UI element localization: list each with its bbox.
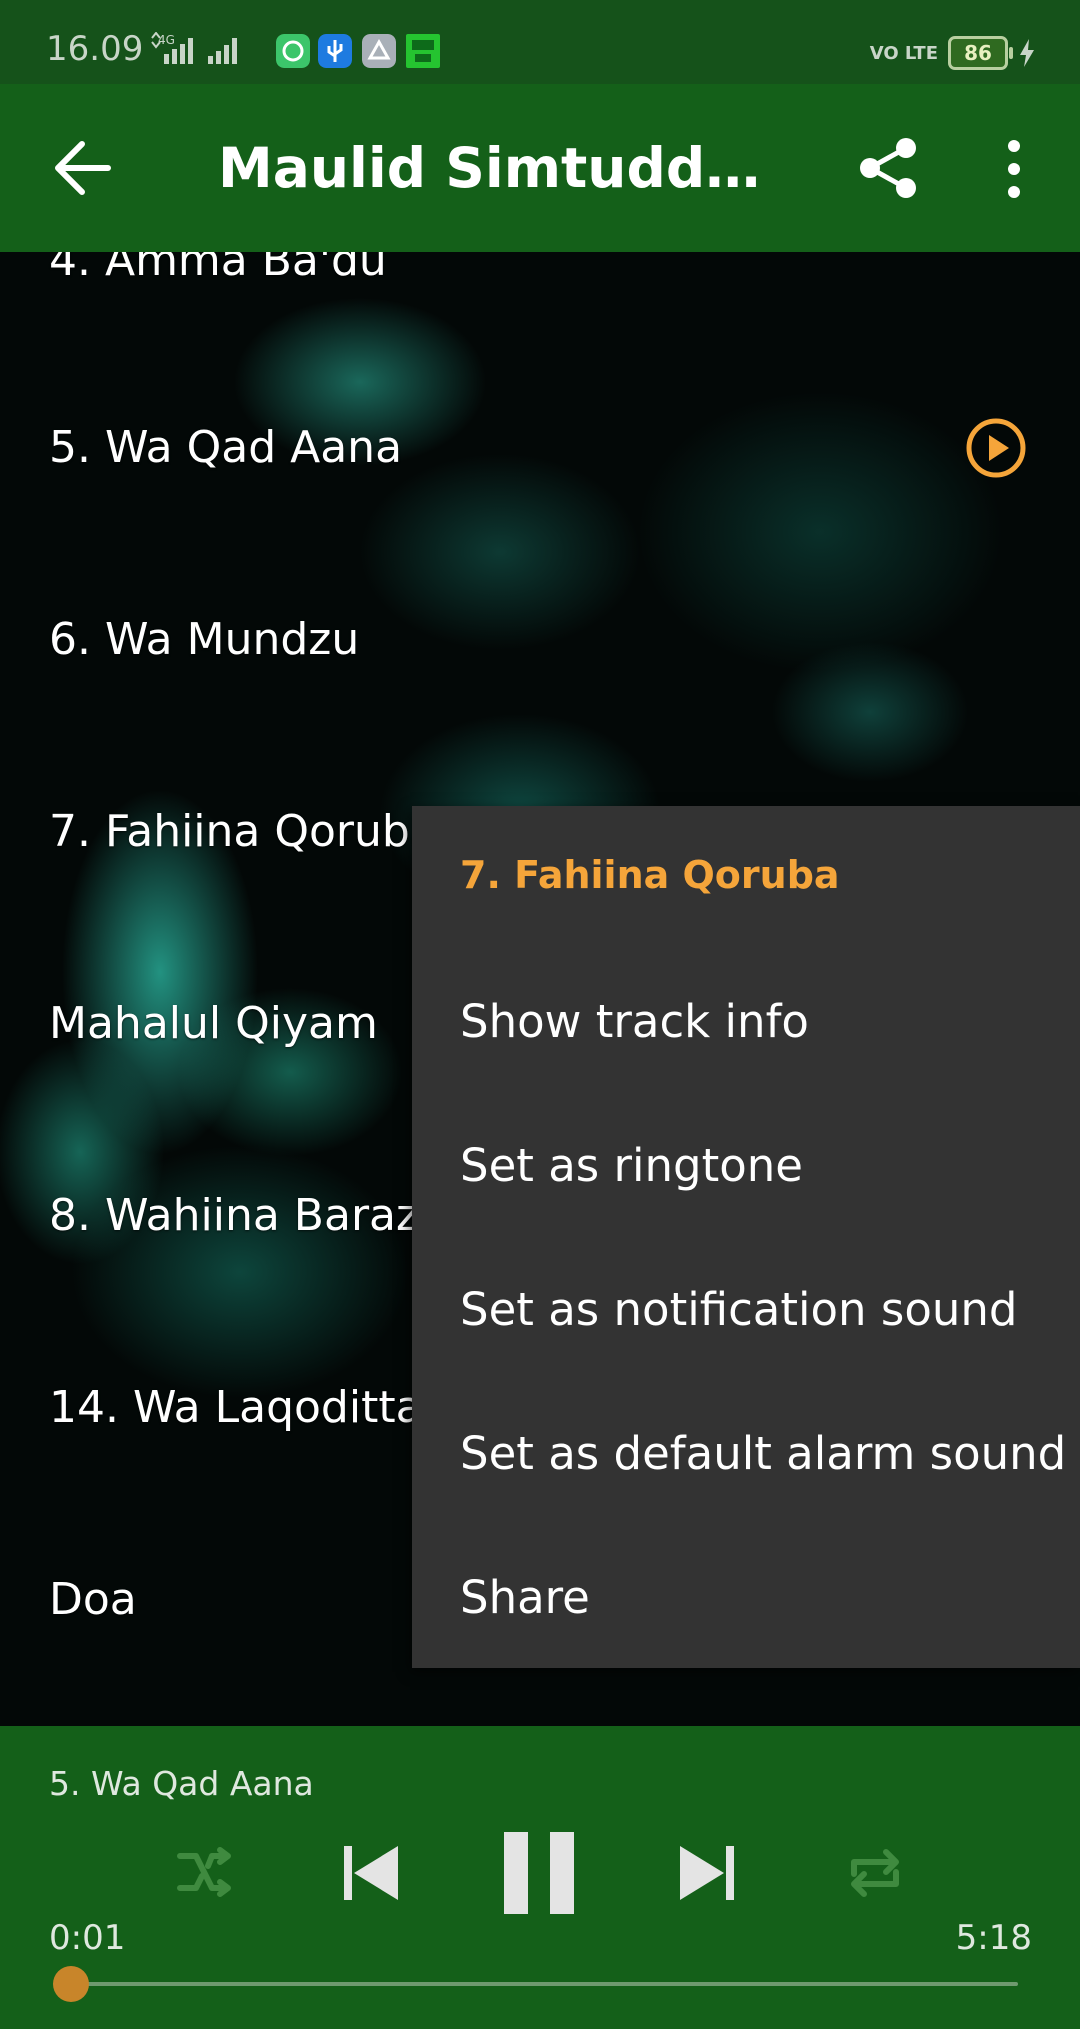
next-icon[interactable] — [678, 1844, 738, 1902]
menu-item-set-ringtone[interactable]: Set as ringtone — [460, 1116, 1070, 1216]
volte-indicator: VO LTE — [869, 42, 938, 64]
share-icon[interactable] — [858, 136, 920, 200]
seek-bar[interactable] — [68, 1982, 1018, 1986]
menu-item-show-track-info[interactable]: Show track info — [460, 972, 1070, 1072]
play-circle-icon[interactable] — [964, 416, 1028, 480]
seek-thumb[interactable] — [52, 1966, 89, 2002]
signal-icon: 4G — [151, 32, 237, 64]
tether-icon — [362, 34, 396, 68]
arrow-left-icon[interactable] — [52, 140, 112, 196]
previous-icon[interactable] — [340, 1844, 400, 1902]
status-bar: 16.09 4G VO LTE 86 — [0, 0, 1080, 84]
menu-item-set-notification-sound[interactable]: Set as notification sound — [460, 1260, 1070, 1360]
status-time: 16.09 — [46, 29, 144, 69]
status-right-group: VO LTE 86 — [870, 36, 1036, 70]
menu-item-set-alarm-sound[interactable]: Set as default alarm sound — [460, 1404, 1070, 1504]
app-icon — [406, 34, 440, 68]
shuffle-icon[interactable] — [176, 1844, 232, 1900]
chat-app-icon — [276, 34, 310, 68]
menu-header: 7. Fahiina Qoruba — [460, 853, 840, 897]
usb-icon — [318, 34, 352, 68]
list-item[interactable]: 4. Amma Ba'du — [49, 252, 1049, 296]
now-playing-title: 5. Wa Qad Aana — [49, 1764, 314, 1803]
network-type-label: 4G — [158, 33, 175, 47]
battery-icon: 86 — [948, 36, 1013, 70]
charging-icon — [1020, 39, 1034, 67]
battery-level: 86 — [964, 41, 992, 65]
pause-icon[interactable] — [502, 1830, 576, 1916]
menu-item-share[interactable]: Share — [460, 1548, 1070, 1648]
app-toolbar: Maulid Simtudduro… — [0, 84, 1080, 252]
elapsed-time: 0:01 — [49, 1918, 126, 1958]
track-context-menu: 7. Fahiina Qoruba Show track info Set as… — [412, 806, 1080, 1668]
more-vertical-icon[interactable] — [994, 138, 1034, 200]
total-duration: 5:18 — [955, 1918, 1032, 1958]
page-title: Maulid Simtudduro… — [218, 136, 788, 200]
list-item[interactable]: 6. Wa Mundzu — [49, 605, 1049, 675]
player-bar: 5. Wa Qad Aana 0:01 5:18 — [0, 1726, 1080, 2029]
repeat-icon[interactable] — [846, 1844, 904, 1902]
list-item[interactable]: 5. Wa Qad Aana — [49, 413, 1049, 483]
